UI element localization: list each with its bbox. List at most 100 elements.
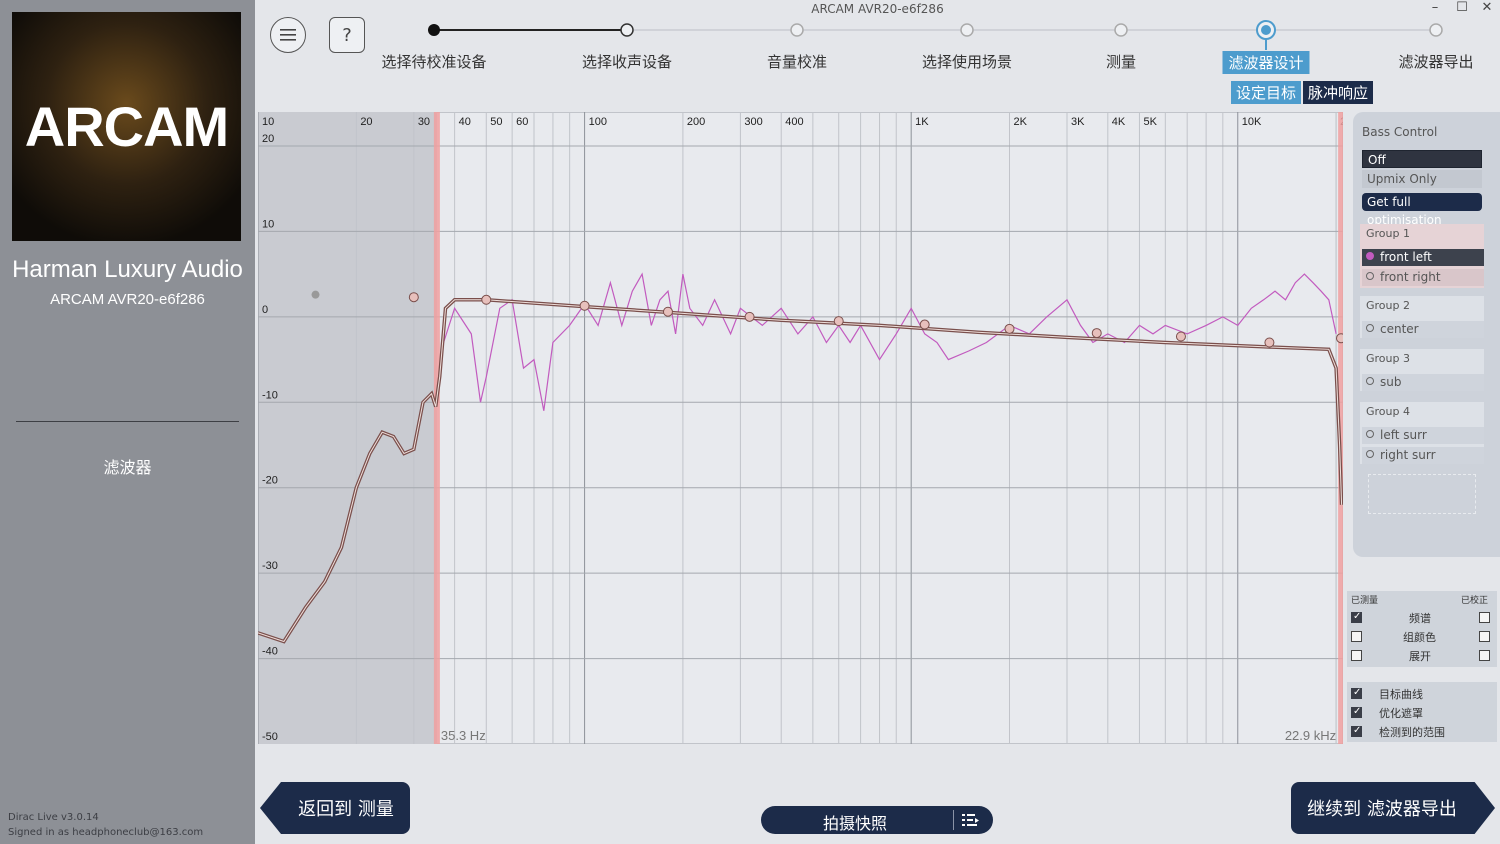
back-button-label: 返回到 测量: [298, 799, 394, 820]
step-label[interactable]: 选择使用场景: [922, 51, 1012, 72]
snapshot-button-label: 拍摄快照: [823, 814, 888, 833]
low-limit-marker[interactable]: [433, 112, 440, 744]
target-control-point[interactable]: [1175, 331, 1186, 342]
step-label[interactable]: 滤波器导出: [1398, 51, 1473, 72]
channel-color-icon: [1366, 430, 1374, 438]
step-marker[interactable]: [428, 24, 440, 36]
channel-color-icon: [1366, 377, 1374, 385]
channel-sub[interactable]: sub: [1362, 374, 1484, 391]
signed-in-label: Signed in as headphoneclub@163.com: [8, 827, 204, 838]
step-label[interactable]: 测量: [1106, 51, 1136, 72]
device-name: ARCAM AVR20-e6f286: [50, 291, 205, 308]
x-tick-label: 20: [360, 116, 372, 128]
group-label-1: Group 1: [1366, 227, 1410, 240]
bass-option-upmix[interactable]: Upmix Only: [1362, 170, 1482, 188]
channel-color-icon: [1366, 450, 1374, 458]
excluded-low-range: [258, 112, 437, 744]
new-group-drop-zone[interactable]: [1368, 474, 1476, 514]
x-tick-label: 60: [516, 116, 528, 128]
step-marker[interactable]: [790, 23, 804, 37]
y-tick-label: -40: [262, 646, 278, 658]
progress-track: [428, 20, 1443, 50]
x-tick-label: 40: [459, 116, 471, 128]
group-label-2: Group 2: [1366, 299, 1410, 312]
target-control-point[interactable]: [919, 319, 930, 330]
y-tick-label: 0: [262, 304, 268, 316]
target-control-point[interactable]: [1264, 337, 1275, 348]
channel-front-left[interactable]: front left: [1362, 249, 1484, 266]
group-label-4: Group 4: [1366, 405, 1410, 418]
detected-range-label: 检测到的范围: [1379, 726, 1445, 739]
target-control-point[interactable]: [744, 311, 755, 322]
x-tick-label: 5K: [1143, 116, 1157, 128]
sidebar-divider: [16, 421, 239, 422]
target-control-point[interactable]: [662, 306, 673, 317]
group-label-3: Group 3: [1366, 352, 1410, 365]
x-tick-label: 1K: [915, 116, 929, 128]
get-full-optimisation-button[interactable]: Get full optimisation: [1362, 193, 1482, 227]
logo-text: ARCAM: [24, 95, 229, 158]
x-tick-label: 10K: [1242, 116, 1262, 128]
y-tick-label: -30: [262, 560, 278, 572]
y-tick-label: 10: [262, 218, 274, 230]
group-color-corrected-checkbox[interactable]: [1479, 631, 1490, 642]
x-tick-label: 10: [262, 116, 274, 128]
target-control-point[interactable]: [481, 294, 492, 305]
x-tick-label: 100: [589, 116, 607, 128]
target-control-point[interactable]: [1091, 328, 1102, 339]
detected-range-checkbox[interactable]: [1351, 725, 1362, 737]
expand-measured-checkbox[interactable]: [1351, 650, 1362, 661]
optimization-mask-checkbox[interactable]: [1351, 706, 1362, 718]
group-color-label: 组颜色: [1403, 631, 1436, 644]
step-label[interactable]: 选择待校准设备: [381, 51, 486, 72]
step-marker[interactable]: [960, 23, 974, 37]
channel-front-right[interactable]: front right: [1362, 269, 1484, 286]
tab-set-target[interactable]: 设定目标: [1231, 81, 1302, 104]
target-control-point[interactable]: [1004, 323, 1015, 334]
tab-impulse-response[interactable]: 脉冲响应: [1303, 81, 1374, 104]
target-end-point[interactable]: [1336, 333, 1344, 344]
version-label: Dirac Live v3.0.14: [8, 812, 99, 823]
target-control-point[interactable]: [579, 300, 590, 311]
channel-center[interactable]: center: [1362, 321, 1484, 338]
snapshot-list-icon[interactable]: [962, 813, 980, 827]
x-tick-label: 30: [418, 116, 430, 128]
target-control-point[interactable]: [833, 316, 844, 327]
bass-control-title: Bass Control: [1362, 125, 1438, 139]
step-marker[interactable]: [1261, 25, 1271, 35]
high-limit-label: 22.9 kHz: [1285, 728, 1336, 743]
step-label[interactable]: 滤波器设计: [1222, 51, 1310, 74]
x-tick-label: 3K: [1071, 116, 1085, 128]
x-tick-label: 2K: [1013, 116, 1027, 128]
step-marker[interactable]: [620, 23, 634, 37]
spectrum-label: 频谱: [1409, 612, 1431, 625]
y-tick-label: 20: [262, 133, 274, 145]
continue-to-export-button[interactable]: 继续到 滤波器导出: [1291, 782, 1495, 834]
step-marker[interactable]: [1429, 23, 1443, 37]
spectrum-corrected-checkbox[interactable]: [1479, 612, 1490, 623]
x-tick-label: 50: [490, 116, 502, 128]
channel-right-surr[interactable]: right surr: [1362, 447, 1484, 464]
step-label[interactable]: 选择收声设备: [582, 51, 672, 72]
expand-corrected-checkbox[interactable]: [1479, 650, 1490, 661]
back-to-measure-button[interactable]: 返回到 测量: [260, 782, 410, 834]
snapshot-button[interactable]: 拍摄快照: [761, 806, 993, 834]
target-curve-checkbox[interactable]: [1351, 687, 1362, 699]
channel-label: front left: [1380, 250, 1432, 264]
sidebar-section-label: 滤波器: [103, 458, 152, 477]
low-limit-label: 35.3 Hz: [441, 728, 486, 743]
x-tick-label: 300: [744, 116, 762, 128]
next-button-label: 继续到 滤波器导出: [1307, 799, 1457, 820]
frequency-response-chart[interactable]: 1020304050601002003004001K2K3K4K5K10K20K…: [258, 112, 1343, 744]
bass-option-off[interactable]: Off: [1362, 150, 1482, 168]
group-color-measured-checkbox[interactable]: [1351, 631, 1362, 642]
target-control-point[interactable]: [408, 292, 419, 303]
optimization-mask-label: 优化遮罩: [1379, 707, 1423, 720]
x-tick-label: 400: [785, 116, 803, 128]
channel-left-surr[interactable]: left surr: [1362, 427, 1484, 444]
channel-label: front right: [1380, 270, 1441, 284]
step-label[interactable]: 音量校准: [767, 51, 827, 72]
step-marker[interactable]: [1114, 23, 1128, 37]
chart-svg[interactable]: 1020304050601002003004001K2K3K4K5K10K20K…: [258, 112, 1343, 744]
spectrum-measured-checkbox[interactable]: [1351, 611, 1362, 623]
